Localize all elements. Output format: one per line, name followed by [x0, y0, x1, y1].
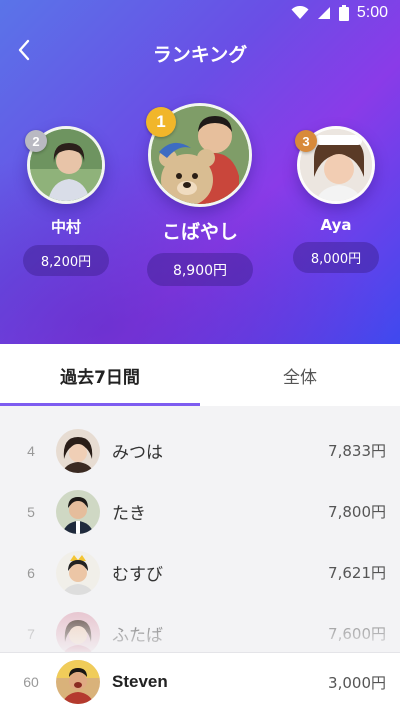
user-name: みつは [112, 443, 163, 463]
rank-badge: 1 [146, 107, 176, 137]
avatar [56, 550, 100, 595]
avatar [56, 611, 100, 656]
user-name: むすび [112, 565, 163, 585]
avatar [56, 428, 100, 473]
podium-name: 中村 [50, 218, 81, 236]
tab-past-7-days[interactable]: 過去7日間 [0, 344, 200, 406]
podium-amount: 8,200円 [23, 245, 109, 276]
status-time: 5:00 [356, 4, 388, 21]
list-item[interactable]: 5 たき 7,800円 [0, 481, 400, 542]
list-item[interactable]: 4 みつは 7,833円 [0, 420, 400, 481]
rank-badge: 3 [295, 130, 317, 152]
podium-name: Aya [320, 216, 352, 234]
amount: 7,833円 [328, 442, 386, 460]
my-rank-row[interactable]: 60 Steven 3,000円 [0, 652, 400, 711]
user-name: たき [112, 504, 146, 524]
amount: 7,800円 [328, 503, 386, 521]
rank-number: 6 [27, 564, 35, 581]
page-title: ランキング [152, 44, 248, 66]
user-name: Steven [112, 672, 168, 691]
podium-rank-2[interactable]: 2 中村 8,200円 [20, 126, 112, 276]
rank-number: 60 [23, 674, 39, 690]
rank-number: 4 [27, 442, 35, 459]
rank-number: 7 [27, 625, 35, 642]
cell-signal-icon [317, 6, 331, 20]
podium-amount: 8,000円 [293, 242, 379, 273]
amount: 3,000円 [328, 673, 386, 692]
rank-badge: 2 [25, 130, 47, 152]
wifi-icon [291, 6, 309, 20]
list-item[interactable]: 6 むすび 7,621円 [0, 542, 400, 603]
active-tab-indicator [0, 403, 200, 406]
user-name: ふたば [112, 626, 163, 646]
podium-rank-3[interactable]: 3 Aya 8,000円 [290, 126, 382, 273]
tab-all-time[interactable]: 全体 [200, 344, 400, 406]
avatar [56, 489, 100, 534]
status-bar: 5:00 [0, 0, 400, 26]
podium-rank-1[interactable]: 1 こばやし 8,900円 [142, 103, 258, 286]
podium-amount: 8,900円 [147, 253, 253, 286]
period-tabs: 過去7日間 全体 [0, 344, 400, 406]
ranking-list: 4 みつは 7,833円 5 たき 7,800円 6 むすび 7,621円 7 … [0, 406, 400, 656]
battery-icon [338, 5, 349, 21]
podium-name: こばやし [161, 221, 238, 243]
app-header: ランキング [0, 26, 400, 78]
rank-number: 5 [27, 503, 35, 520]
avatar [56, 660, 100, 704]
amount: 7,621円 [328, 564, 386, 582]
amount: 7,600円 [328, 625, 386, 643]
